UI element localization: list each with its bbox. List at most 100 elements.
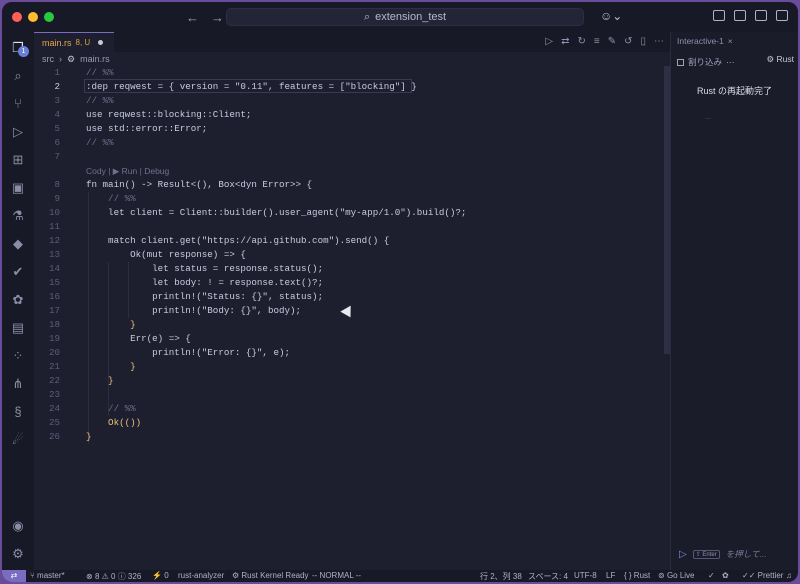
run-debug-icon[interactable]: ▷ — [10, 124, 26, 140]
code-line: 2:dep reqwest = { version = "0.11", feat… — [34, 80, 664, 94]
check-icon[interactable]: ✓ — [708, 571, 715, 580]
remote-explorer-icon[interactable]: ▣ — [10, 180, 26, 196]
dots-icon[interactable]: ⁘ — [10, 348, 26, 364]
ports-status[interactable]: ⚡ 0 — [152, 571, 169, 580]
language-status[interactable]: { } Rust — [624, 571, 650, 580]
checkmark-icon[interactable]: ✔ — [10, 264, 26, 280]
code-line: 23 — [34, 388, 664, 402]
tab-filename: main.rs — [42, 37, 72, 48]
notebook-icon[interactable]: ▤ — [10, 320, 26, 336]
debug-icon[interactable]: ✿ — [722, 571, 729, 580]
refresh-icon[interactable]: ↻ — [577, 36, 585, 47]
command-center-text: extension_test — [375, 11, 447, 23]
branch-status[interactable]: ⑂ master* — [30, 571, 65, 580]
more-icon[interactable]: ⋯ — [726, 57, 735, 68]
code-text: println!("Error: {}", e); — [86, 347, 290, 358]
code-line: 25 Ok(()) — [34, 416, 664, 430]
tab-interactive[interactable]: Interactive-1 × — [677, 36, 733, 46]
remote-indicator-icon[interactable]: ⇄ — [2, 570, 26, 582]
forward-arrow-icon[interactable]: → — [211, 10, 224, 25]
code-text: let status = response.status(); — [86, 263, 324, 274]
code-text: let client = Client::builder().user_agen… — [86, 207, 467, 218]
search-activity-icon[interactable]: ⌕ — [10, 68, 26, 84]
execute-icon[interactable]: ▷ — [679, 549, 687, 560]
minimize-window-button[interactable] — [28, 12, 38, 22]
close-icon[interactable]: × — [728, 36, 733, 46]
code-line: 11 — [34, 220, 664, 234]
testing-icon[interactable]: ⚗ — [10, 208, 26, 224]
code-lens[interactable]: Cody | ▶ Run | Debug — [86, 164, 169, 178]
indentation-status[interactable]: スペース: 4 — [528, 571, 568, 582]
docker-icon[interactable]: ◆ — [10, 236, 26, 252]
more-actions-icon[interactable]: ⋯ — [654, 36, 664, 47]
ellipsis-text: ... — [705, 114, 711, 121]
code-text: // %% — [86, 137, 114, 148]
interrupt-button[interactable]: 割り込み — [688, 56, 722, 68]
prettier-status[interactable]: ✓✓ Prettier — [742, 571, 783, 580]
list-icon[interactable]: ≡ — [594, 36, 600, 47]
split-editor-icon[interactable]: ▯ — [640, 36, 646, 47]
tab-file-status: 8, U — [75, 38, 91, 47]
kernel-picker[interactable]: ⚙ Rust — [767, 54, 794, 65]
back-arrow-icon[interactable]: ← — [186, 10, 199, 25]
line-number: 22 — [48, 375, 60, 386]
eol-status[interactable]: LF — [606, 571, 615, 580]
sourcegraph-icon[interactable]: § — [10, 404, 26, 420]
line-number: 11 — [48, 221, 60, 232]
code-text: match client.get("https://api.github.com… — [86, 235, 390, 246]
code-line: 12 match client.get("https://api.github.… — [34, 234, 664, 248]
breadcrumb-file[interactable]: main.rs — [80, 54, 110, 64]
encoding-status[interactable]: UTF-8 — [574, 571, 597, 580]
go-live-status[interactable]: ⊚ Go Live — [658, 571, 695, 580]
unsaved-dot-icon[interactable] — [98, 40, 104, 45]
code-editor[interactable]: 1 // %% 2:dep reqwest = { version = "0.11… — [34, 66, 664, 570]
line-number: 13 — [48, 249, 60, 260]
graph-icon[interactable]: ⋔ — [10, 376, 26, 392]
code-line: 6 // %% — [34, 136, 664, 150]
cursor-position-status[interactable]: 行 2、列 38 — [480, 571, 522, 582]
toggle-secondary-sidebar-icon[interactable] — [755, 10, 767, 21]
interrupt-stop-icon[interactable] — [677, 58, 684, 66]
interactive-input[interactable]: ▷ ⇧ Enter を押して... — [679, 544, 795, 564]
restart-icon[interactable]: ↺ — [624, 36, 632, 47]
customize-layout-icon[interactable] — [776, 10, 788, 21]
line-number: 8 — [54, 179, 60, 190]
cody-icon[interactable]: ☄ — [10, 432, 26, 448]
go-live-text: Go Live — [666, 571, 695, 580]
source-control-icon[interactable]: ⑂ — [10, 96, 26, 112]
problems-status[interactable]: ⊗ 8 ⚠ 0 ⓘ 326 — [86, 571, 141, 582]
code-line: 20 println!("Error: {}", e); — [34, 346, 664, 360]
zoom-window-button[interactable] — [44, 12, 54, 22]
code-line: 14 let status = response.status(); — [34, 262, 664, 276]
error-count: 8 — [94, 572, 100, 581]
info-count: 326 — [127, 572, 142, 581]
copilot-icon[interactable]: ☺⌄ — [600, 9, 622, 23]
toggle-primary-sidebar-icon[interactable] — [713, 10, 725, 21]
extensions-icon[interactable]: ⊞ — [10, 152, 26, 168]
account-icon[interactable]: ◉ — [10, 518, 26, 534]
command-center-search[interactable]: ⌕ extension_test — [226, 8, 584, 26]
navigation-arrows: ← → — [186, 10, 224, 25]
code-text: } — [86, 431, 92, 442]
bug-icon[interactable]: ✿ — [10, 292, 26, 308]
line-number: 15 — [48, 277, 60, 288]
notifications-bell-icon[interactable]: ♫ — [786, 571, 792, 580]
rust-file-icon: ⚙ — [67, 53, 76, 64]
tab-main-rs[interactable]: main.rs 8, U — [34, 32, 114, 52]
code-text: // %% — [86, 193, 136, 204]
close-window-button[interactable] — [12, 12, 22, 22]
explorer-badge: 1 — [18, 46, 29, 57]
settings-gear-icon[interactable]: ⚙ — [10, 546, 26, 562]
run-icon[interactable]: ▷ — [545, 36, 553, 47]
kernel-status[interactable]: ⚙ Rust Kernel Ready — [232, 571, 309, 580]
compare-icon[interactable]: ⇄ — [561, 36, 569, 47]
breadcrumb-folder[interactable]: src — [42, 54, 54, 64]
code-line: 19 Err(e) => { — [34, 332, 664, 346]
kernel-status-text: Rust Kernel Ready — [241, 571, 309, 580]
code-line: 22 } — [34, 374, 664, 388]
rust-analyzer-status[interactable]: rust-analyzer — [178, 571, 224, 580]
line-number: 3 — [54, 95, 60, 106]
language-name: Rust — [633, 571, 651, 580]
tools-icon[interactable]: ✎ — [608, 36, 616, 47]
toggle-panel-icon[interactable] — [734, 10, 746, 21]
